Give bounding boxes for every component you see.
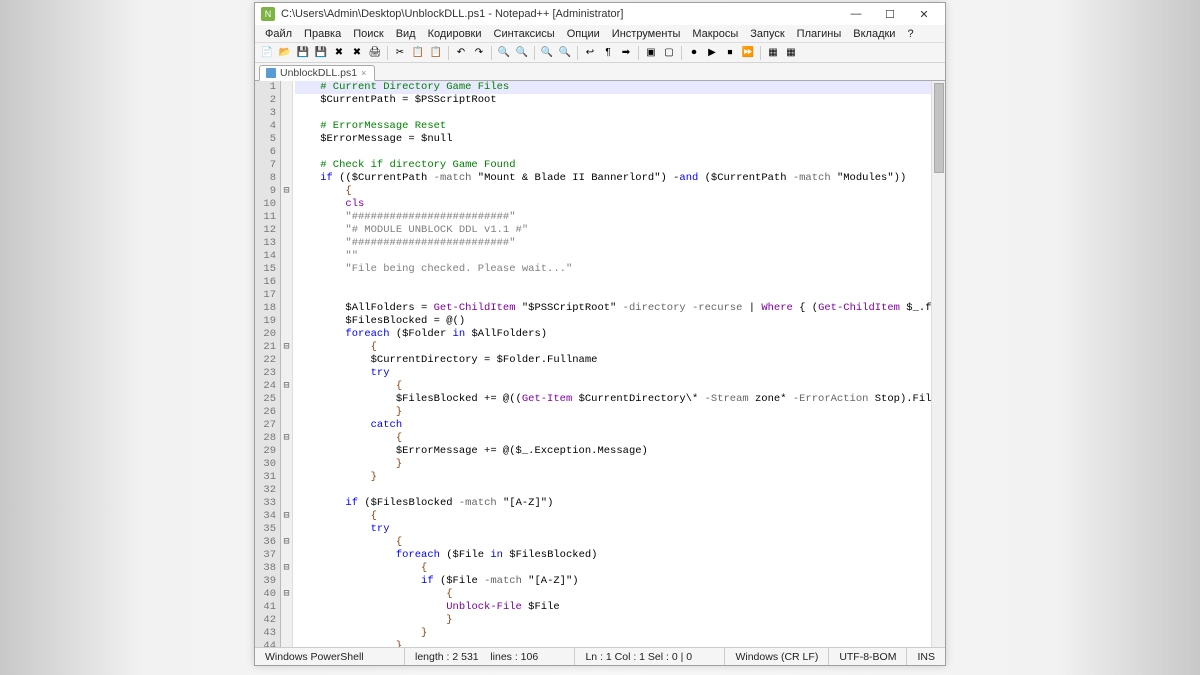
allchars-icon[interactable]: ¶: [600, 45, 616, 61]
editor-area[interactable]: 1234567891011121314151617181920212223242…: [255, 81, 945, 647]
cut-icon[interactable]: ✂: [392, 45, 408, 61]
close-button[interactable]: ✕: [907, 4, 941, 24]
menu-синтаксисы[interactable]: Синтаксисы: [488, 27, 561, 41]
zoomin-icon[interactable]: 🔍: [539, 45, 555, 61]
maximize-button[interactable]: ☐: [873, 4, 907, 24]
macro1-icon[interactable]: ▦: [765, 45, 781, 61]
status-length: length : 2 531 lines : 106: [405, 648, 575, 665]
new-icon[interactable]: 📄: [259, 45, 275, 61]
minimize-button[interactable]: —: [839, 4, 873, 24]
close-icon[interactable]: ✖: [331, 45, 347, 61]
menubar: ФайлПравкаПоискВидКодировкиСинтаксисыОпц…: [255, 25, 945, 43]
vertical-scrollbar[interactable]: [931, 81, 945, 647]
statusbar: Windows PowerShell length : 2 531 lines …: [255, 647, 945, 665]
status-position: Ln : 1 Col : 1 Sel : 0 | 0: [575, 648, 725, 665]
tab-bar: UnblockDLL.ps1 ×: [255, 63, 945, 81]
undo-icon[interactable]: ↶: [453, 45, 469, 61]
menu-плагины[interactable]: Плагины: [791, 27, 848, 41]
menu-макросы[interactable]: Макросы: [686, 27, 744, 41]
titlebar[interactable]: N C:\Users\Admin\Desktop\UnblockDLL.ps1 …: [255, 3, 945, 25]
app-icon: N: [261, 7, 275, 21]
zoomout-icon[interactable]: 🔍: [557, 45, 573, 61]
status-insert-mode: INS: [907, 648, 945, 665]
closeall-icon[interactable]: ✖: [349, 45, 365, 61]
scrollbar-thumb[interactable]: [934, 83, 944, 173]
find-icon[interactable]: 🔍: [496, 45, 512, 61]
fold-icon[interactable]: ▣: [643, 45, 659, 61]
tab-close-icon[interactable]: ×: [361, 68, 366, 78]
macro2-icon[interactable]: ▦: [783, 45, 799, 61]
toolbar: 📄📂💾💾✖✖🖨✂📋📋↶↷🔍🔍🔍🔍↩¶➡▣▢⏺▶⏹⏩▦▦: [255, 43, 945, 63]
copy-icon[interactable]: 📋: [410, 45, 426, 61]
menu-?[interactable]: ?: [901, 27, 919, 41]
indent-icon[interactable]: ➡: [618, 45, 634, 61]
paste-icon[interactable]: 📋: [428, 45, 444, 61]
window-title: C:\Users\Admin\Desktop\UnblockDLL.ps1 - …: [281, 8, 839, 20]
menu-вид[interactable]: Вид: [390, 27, 422, 41]
replace-icon[interactable]: 🔍: [514, 45, 530, 61]
menu-инструменты[interactable]: Инструменты: [606, 27, 687, 41]
open-icon[interactable]: 📂: [277, 45, 293, 61]
status-encoding: UTF-8-BOM: [829, 648, 907, 665]
stop-icon[interactable]: ⏹: [722, 45, 738, 61]
file-icon: [266, 68, 276, 78]
menu-файл[interactable]: Файл: [259, 27, 298, 41]
menu-вкладки[interactable]: Вкладки: [847, 27, 901, 41]
record-icon[interactable]: ⏺: [686, 45, 702, 61]
tab-file[interactable]: UnblockDLL.ps1 ×: [259, 65, 375, 81]
wrap-icon[interactable]: ↩: [582, 45, 598, 61]
tab-label: UnblockDLL.ps1: [280, 67, 357, 79]
saveall-icon[interactable]: 💾: [313, 45, 329, 61]
menu-кодировки[interactable]: Кодировки: [422, 27, 488, 41]
line-number-gutter: 1234567891011121314151617181920212223242…: [255, 81, 281, 647]
app-window: N C:\Users\Admin\Desktop\UnblockDLL.ps1 …: [254, 2, 946, 666]
code-content[interactable]: # Current Directory Game Files $CurrentP…: [293, 81, 931, 647]
playback-icon[interactable]: ⏩: [740, 45, 756, 61]
menu-правка[interactable]: Правка: [298, 27, 347, 41]
status-eol: Windows (CR LF): [725, 648, 829, 665]
status-language: Windows PowerShell: [255, 648, 405, 665]
menu-поиск[interactable]: Поиск: [347, 27, 389, 41]
unfold-icon[interactable]: ▢: [661, 45, 677, 61]
save-icon[interactable]: 💾: [295, 45, 311, 61]
print-icon[interactable]: 🖨: [367, 45, 383, 61]
menu-запуск[interactable]: Запуск: [744, 27, 790, 41]
fold-column[interactable]: ⊟⊟⊟⊟⊟⊟⊟⊟⊟⊟: [281, 81, 293, 647]
redo-icon[interactable]: ↷: [471, 45, 487, 61]
play-icon[interactable]: ▶: [704, 45, 720, 61]
menu-опции[interactable]: Опции: [561, 27, 606, 41]
